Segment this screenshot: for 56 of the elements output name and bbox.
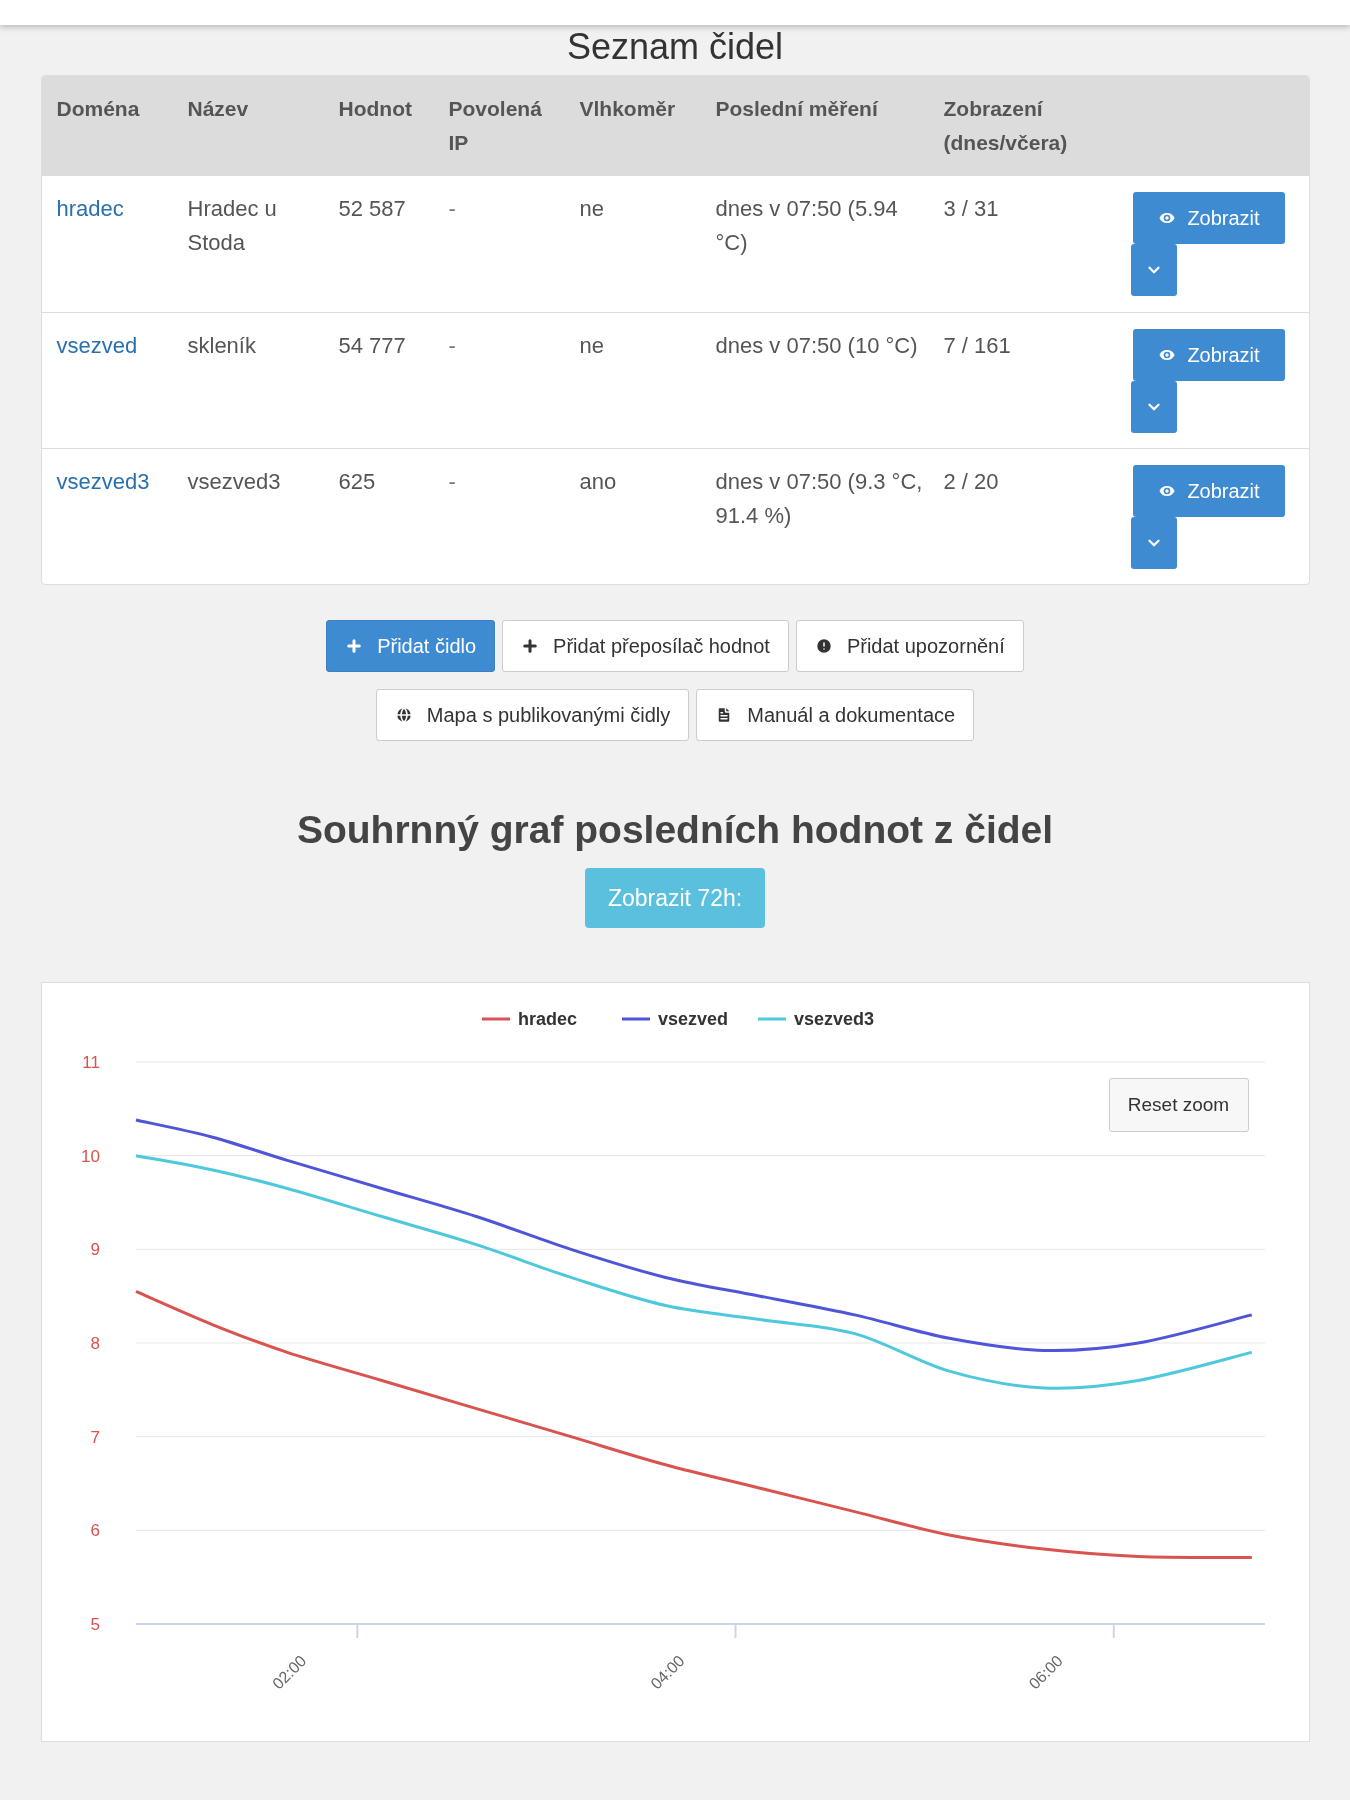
column-header: Poslední měření xyxy=(715,96,880,122)
table-cell-text: Hradec u Stoda xyxy=(187,195,278,257)
table-cell-text: skleník xyxy=(187,332,257,360)
show-button[interactable]: Zobrazit xyxy=(1132,465,1285,517)
legend-label[interactable]: vsezved xyxy=(657,1009,728,1029)
table-cell-text: dnes v 07:50 (10 °C) xyxy=(715,332,919,360)
section-title: Seznam čidel xyxy=(566,27,784,67)
y-axis-label: 5 xyxy=(90,1615,100,1634)
table-cell-text: 7 / 161 xyxy=(943,332,1012,360)
column-header: Doména xyxy=(56,96,141,122)
column-header: Hodnot xyxy=(338,96,413,122)
table-cell-text: dnes v 07:50 (5.94 °C) xyxy=(715,195,899,257)
action-button[interactable]: Manuál a dokumentace xyxy=(696,689,975,741)
table-cell-text: - xyxy=(448,468,457,496)
table-cell-text: ano xyxy=(579,468,618,496)
show-button[interactable]: Zobrazit xyxy=(1132,192,1285,244)
column-header: Vlhkoměr xyxy=(579,96,677,122)
y-axis-label: 8 xyxy=(90,1334,100,1353)
table-cell-text: - xyxy=(448,332,457,360)
domain-link[interactable]: hradec xyxy=(56,192,188,226)
table-cell-text: vsezved3 xyxy=(187,468,282,496)
action-button[interactable]: Přidat přeposílač hodnot xyxy=(502,620,789,672)
legend-label[interactable]: hradec xyxy=(517,1009,577,1029)
table-cell-text: - xyxy=(448,195,457,223)
globe-icon xyxy=(394,706,413,724)
table-cell-text: dnes v 07:50 (9.3 °C, 91.4 %) xyxy=(715,468,924,530)
domain-link[interactable]: vsezved3 xyxy=(56,465,188,499)
dropdown-button[interactable] xyxy=(1130,381,1177,433)
table-cell-text: 54 777 xyxy=(338,332,407,360)
exclamation-icon xyxy=(814,637,833,655)
show-button[interactable]: Zobrazit xyxy=(1132,329,1285,381)
action-button[interactable]: Mapa s publikovanými čidly xyxy=(375,689,690,741)
action-button[interactable]: Přidat upozornění xyxy=(795,620,1024,672)
legend-label[interactable]: vsezved3 xyxy=(793,1009,874,1029)
y-axis-label: 7 xyxy=(90,1427,100,1447)
reset-zoom-button[interactable]: Reset zoom xyxy=(1108,1078,1249,1132)
y-axis-label: 9 xyxy=(90,1240,100,1260)
table-cell-text: ne xyxy=(579,332,605,360)
table-cell-text: 2 / 20 xyxy=(943,468,1000,496)
y-axis-label: 11 xyxy=(81,1053,100,1072)
dropdown-button[interactable] xyxy=(1130,244,1177,296)
table-cell-text: 52 587 xyxy=(338,195,407,223)
y-axis-label: 10 xyxy=(80,1146,100,1166)
table-cell-text: 625 xyxy=(338,468,377,496)
y-axis-label: 6 xyxy=(90,1521,100,1541)
chart-title: Souhrnný graf posledních hodnot z čidel xyxy=(296,807,1054,853)
dropdown-button[interactable] xyxy=(1130,517,1177,569)
domain-link[interactable]: vsezved xyxy=(56,329,188,363)
plus-icon xyxy=(345,637,364,655)
column-header: Zobrazení (dnes/včera) xyxy=(943,96,1069,156)
column-header: Povolená IP xyxy=(448,96,543,156)
table-cell-text: ne xyxy=(579,195,605,223)
plus-icon xyxy=(521,637,540,655)
action-button[interactable]: Přidat čidlo xyxy=(326,620,496,672)
column-header: Název xyxy=(187,96,250,122)
table-cell-text: 3 / 31 xyxy=(943,195,1000,223)
